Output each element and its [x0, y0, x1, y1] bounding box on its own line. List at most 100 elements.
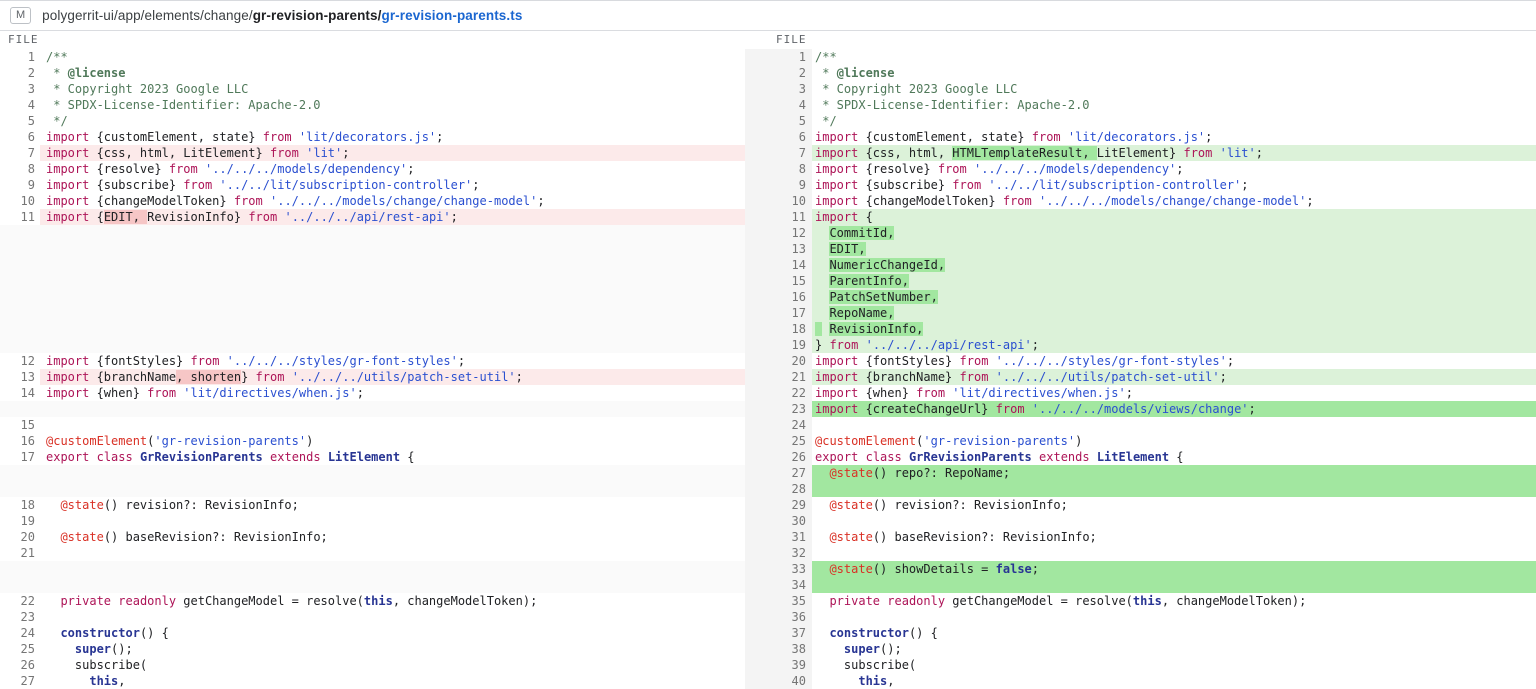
- line-number-right[interactable]: 7: [745, 145, 812, 161]
- line-number-left[interactable]: 3: [0, 81, 40, 97]
- line-number-right[interactable]: 5: [745, 113, 812, 129]
- line-number-right[interactable]: 16: [745, 289, 812, 305]
- line-number-left[interactable]: 2: [0, 65, 40, 81]
- line-number-right[interactable]: 21: [745, 369, 812, 385]
- line-number-left[interactable]: 9: [0, 177, 40, 193]
- line-number-right[interactable]: 10: [745, 193, 812, 209]
- line-number-left[interactable]: 6: [0, 129, 40, 145]
- line-number-right[interactable]: 6: [745, 129, 812, 145]
- line-number-right[interactable]: 27: [745, 465, 812, 481]
- code-line-left: * Copyright 2023 Google LLC: [40, 81, 745, 97]
- line-number-left[interactable]: 21: [0, 545, 40, 561]
- line-number-left[interactable]: 16: [0, 433, 40, 449]
- line-number-left[interactable]: 11: [0, 209, 40, 225]
- line-number-right[interactable]: 35: [745, 593, 812, 609]
- line-number-right[interactable]: 15: [745, 273, 812, 289]
- line-number-left[interactable]: 12: [0, 353, 40, 369]
- line-number-left[interactable]: 25: [0, 641, 40, 657]
- code-line-left: [40, 257, 745, 273]
- line-number-right[interactable]: 4: [745, 97, 812, 113]
- code-line-right: import {fontStyles} from '../../../style…: [812, 353, 1536, 369]
- line-number-left[interactable]: 15: [0, 417, 40, 433]
- line-number-left[interactable]: 8: [0, 161, 40, 177]
- line-number-right[interactable]: 14: [745, 257, 812, 273]
- line-number-left[interactable]: [0, 289, 40, 305]
- file-label-right[interactable]: FILE: [776, 33, 807, 46]
- code-line-right: @state() revision?: RevisionInfo;: [812, 497, 1536, 513]
- line-number-left[interactable]: 5: [0, 113, 40, 129]
- line-number-right[interactable]: 24: [745, 417, 812, 433]
- line-number-right[interactable]: 19: [745, 337, 812, 353]
- line-number-left[interactable]: [0, 241, 40, 257]
- line-number-right[interactable]: 29: [745, 497, 812, 513]
- line-number-left[interactable]: [0, 225, 40, 241]
- code-line-left: @state() revision?: RevisionInfo;: [40, 497, 745, 513]
- line-number-right[interactable]: 17: [745, 305, 812, 321]
- code-line-left: @state() baseRevision?: RevisionInfo;: [40, 529, 745, 545]
- code-line-right: import {customElement, state} from 'lit/…: [812, 129, 1536, 145]
- file-label-left[interactable]: FILE: [8, 33, 39, 46]
- line-number-left[interactable]: 18: [0, 497, 40, 513]
- line-number-left[interactable]: [0, 577, 40, 593]
- line-number-left[interactable]: 19: [0, 513, 40, 529]
- line-number-right[interactable]: 20: [745, 353, 812, 369]
- line-number-left[interactable]: 13: [0, 369, 40, 385]
- line-number-left[interactable]: 24: [0, 625, 40, 641]
- line-number-right[interactable]: 22: [745, 385, 812, 401]
- line-number-left[interactable]: 14: [0, 385, 40, 401]
- line-number-right[interactable]: 25: [745, 433, 812, 449]
- line-number-right[interactable]: 26: [745, 449, 812, 465]
- line-number-right[interactable]: 37: [745, 625, 812, 641]
- line-number-left[interactable]: [0, 481, 40, 497]
- file-path-directory: gr-revision-parents/: [253, 8, 382, 23]
- line-number-left[interactable]: 20: [0, 529, 40, 545]
- file-path-prefix: polygerrit-ui/app/elements/change/: [42, 8, 253, 23]
- line-number-right[interactable]: 13: [745, 241, 812, 257]
- line-number-right[interactable]: 28: [745, 481, 812, 497]
- code-line-left: import {customElement, state} from 'lit/…: [40, 129, 745, 145]
- line-number-right[interactable]: 32: [745, 545, 812, 561]
- line-number-right[interactable]: 30: [745, 513, 812, 529]
- line-number-right[interactable]: 23: [745, 401, 812, 417]
- line-number-left[interactable]: [0, 273, 40, 289]
- line-number-right[interactable]: 40: [745, 673, 812, 689]
- line-number-right[interactable]: 11: [745, 209, 812, 225]
- line-number-left[interactable]: [0, 321, 40, 337]
- file-path-filename-link[interactable]: gr-revision-parents.ts: [381, 8, 522, 23]
- line-number-left[interactable]: 7: [0, 145, 40, 161]
- line-number-left[interactable]: [0, 401, 40, 417]
- line-number-right[interactable]: 12: [745, 225, 812, 241]
- line-number-left[interactable]: 17: [0, 449, 40, 465]
- line-number-right[interactable]: 3: [745, 81, 812, 97]
- line-number-left[interactable]: 26: [0, 657, 40, 673]
- line-number-left[interactable]: [0, 257, 40, 273]
- line-number-right[interactable]: 1: [745, 49, 812, 65]
- line-number-left[interactable]: [0, 305, 40, 321]
- code-line-left: import {branchName, shorten} from '../..…: [40, 369, 745, 385]
- line-number-left[interactable]: 27: [0, 673, 40, 689]
- line-number-right[interactable]: 31: [745, 529, 812, 545]
- line-number-right[interactable]: 18: [745, 321, 812, 337]
- line-number-right[interactable]: 33: [745, 561, 812, 577]
- line-number-right[interactable]: 8: [745, 161, 812, 177]
- code-line-right: [812, 609, 1536, 625]
- line-number-right[interactable]: 34: [745, 577, 812, 593]
- code-line-right: import {subscribe} from '../../lit/subsc…: [812, 177, 1536, 193]
- code-line-right: NumericChangeId,: [812, 257, 1536, 273]
- line-number-left[interactable]: [0, 465, 40, 481]
- line-number-left[interactable]: 22: [0, 593, 40, 609]
- line-number-left[interactable]: 23: [0, 609, 40, 625]
- line-number-right[interactable]: 36: [745, 609, 812, 625]
- line-number-left[interactable]: 10: [0, 193, 40, 209]
- code-line-left: import {EDIT, RevisionInfo} from '../../…: [40, 209, 745, 225]
- code-line-left: * @license: [40, 65, 745, 81]
- code-line-right: subscribe(: [812, 657, 1536, 673]
- line-number-right[interactable]: 2: [745, 65, 812, 81]
- line-number-right[interactable]: 9: [745, 177, 812, 193]
- line-number-left[interactable]: 4: [0, 97, 40, 113]
- line-number-right[interactable]: 38: [745, 641, 812, 657]
- line-number-right[interactable]: 39: [745, 657, 812, 673]
- line-number-left[interactable]: 1: [0, 49, 40, 65]
- line-number-left[interactable]: [0, 337, 40, 353]
- line-number-left[interactable]: [0, 561, 40, 577]
